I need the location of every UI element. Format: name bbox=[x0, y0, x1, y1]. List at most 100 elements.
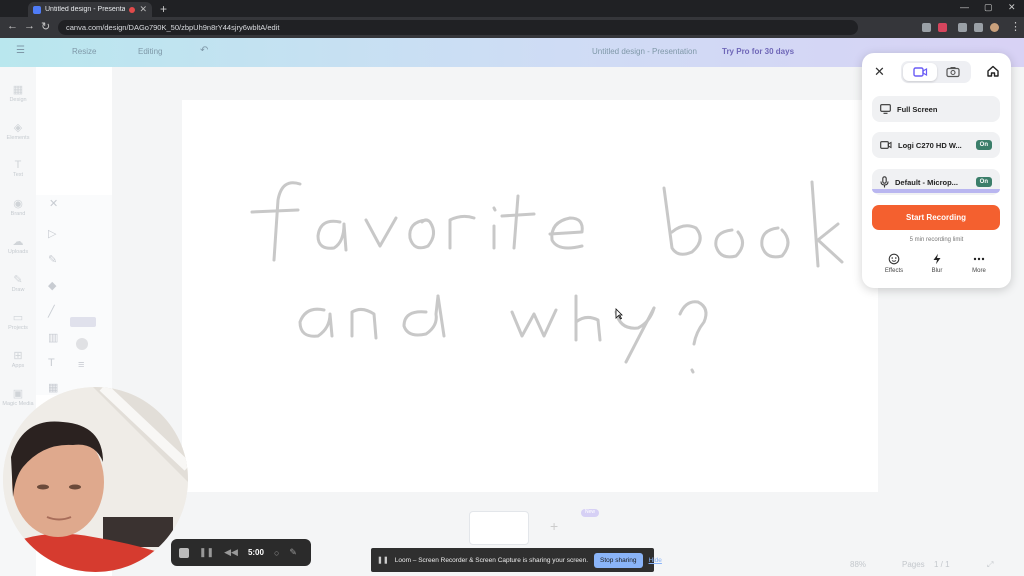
screenshot-mode-button[interactable] bbox=[937, 63, 969, 81]
mouse-cursor-icon bbox=[615, 308, 623, 320]
loom-extension-icon[interactable] bbox=[938, 23, 947, 32]
recording-mode-toggle bbox=[901, 61, 971, 83]
video-mode-button[interactable] bbox=[903, 63, 937, 81]
extension-icon[interactable] bbox=[922, 23, 931, 32]
restart-icon[interactable]: ◀◀ bbox=[224, 547, 238, 558]
profile-avatar[interactable] bbox=[990, 23, 999, 32]
browser-tab-bar: Untitled design - Presentation ✕ + — ▢ ✕ bbox=[0, 0, 1024, 17]
drag-handle-icon[interactable]: ❚❚ bbox=[377, 556, 389, 564]
sidebar-item-uploads[interactable]: ☁ Uploads bbox=[0, 235, 36, 255]
maximize-icon[interactable]: ▢ bbox=[984, 2, 993, 13]
draw-toggle-icon[interactable]: ✎ bbox=[289, 547, 297, 558]
browser-tab[interactable]: Untitled design - Presentation ✕ bbox=[28, 2, 152, 17]
doc-title[interactable]: Untitled design - Presentation bbox=[592, 47, 697, 56]
draw-icon: ✎ bbox=[13, 274, 23, 286]
menu-icon[interactable]: ☰ bbox=[16, 45, 25, 56]
recording-indicator-icon bbox=[129, 6, 136, 13]
sidebar-item-magic-media[interactable]: ▣ Magic Media bbox=[0, 387, 36, 407]
recording-timer: 5:00 bbox=[247, 548, 264, 557]
loom-recorder-panel: ✕ Full Screen Logi C270 HD W... On Defau… bbox=[862, 53, 1011, 288]
resize-button[interactable]: Resize bbox=[72, 47, 96, 56]
panel-close-icon[interactable]: ✕ bbox=[49, 197, 58, 210]
add-page-icon[interactable]: + bbox=[550, 518, 558, 534]
try-pro-button[interactable]: Try Pro for 30 days bbox=[722, 47, 794, 56]
marker-tool-icon[interactable]: ✎ bbox=[48, 253, 57, 266]
sidebar-item-projects[interactable]: ▭ Projects bbox=[0, 311, 36, 331]
pages-button[interactable]: Pages bbox=[902, 560, 925, 569]
recording-limit-text: 5 min recording limit bbox=[909, 237, 964, 243]
camera-on-toggle[interactable]: On bbox=[975, 140, 992, 150]
mic-option-label: Default - Microp... bbox=[895, 177, 958, 187]
home-icon[interactable] bbox=[986, 64, 1000, 78]
minimize-icon[interactable]: — bbox=[960, 2, 969, 12]
page-count: 1 / 1 bbox=[934, 560, 950, 569]
circle-icon[interactable] bbox=[76, 338, 88, 350]
lightning-icon bbox=[933, 253, 941, 265]
screen-share-bar: ❚❚ Loom – Screen Recorder & Screen Captu… bbox=[371, 548, 662, 572]
design-icon: ▦ bbox=[12, 84, 24, 96]
webcam-feed bbox=[3, 387, 188, 572]
new-tab-icon[interactable]: + bbox=[160, 2, 167, 16]
screen-source-select[interactable]: Full Screen bbox=[872, 96, 1000, 122]
color-swatch[interactable] bbox=[70, 317, 96, 327]
mic-on-toggle[interactable]: On bbox=[975, 177, 992, 187]
pen-tool-icon[interactable]: ▷ bbox=[48, 227, 56, 240]
loom-close-icon[interactable]: ✕ bbox=[874, 64, 885, 80]
puzzle-icon[interactable] bbox=[958, 23, 967, 32]
mic-level-meter bbox=[872, 189, 1000, 193]
handwritten-drawing[interactable] bbox=[182, 100, 878, 400]
back-icon[interactable]: ← bbox=[7, 20, 18, 32]
brand-icon: ◉ bbox=[13, 198, 23, 210]
pause-icon[interactable]: ❚❚ bbox=[199, 547, 214, 558]
webcam-icon bbox=[880, 141, 892, 149]
sidebar-item-text[interactable]: T Text bbox=[0, 159, 36, 178]
video-camera-icon bbox=[913, 67, 928, 77]
text-tool-icon[interactable]: T bbox=[48, 357, 55, 369]
blur-button[interactable]: Blur bbox=[922, 253, 952, 274]
cancel-recording-icon[interactable]: ○ bbox=[274, 548, 279, 558]
monitor-icon bbox=[880, 104, 891, 114]
effects-button[interactable]: Effects bbox=[879, 253, 909, 274]
camera-icon bbox=[946, 67, 960, 78]
more-label: More bbox=[972, 268, 986, 274]
browser-menu-icon[interactable]: ⋮ bbox=[1010, 20, 1021, 33]
webcam-bubble[interactable] bbox=[3, 387, 188, 572]
line-tool-icon[interactable]: ╱ bbox=[48, 305, 55, 318]
stop-recording-icon[interactable] bbox=[179, 547, 189, 558]
hide-button[interactable]: Hide bbox=[649, 557, 662, 564]
url-text: canva.com/design/DAGo790K_50/zbpUh9n8rY4… bbox=[66, 23, 280, 32]
sidebar-item-design[interactable]: ▦ Design bbox=[0, 83, 36, 103]
more-button[interactable]: More bbox=[964, 253, 994, 274]
address-bar-row: ← → ↻ canva.com/design/DAGo790K_50/zbpUh… bbox=[0, 17, 1024, 38]
fullscreen-icon[interactable]: ⤢ bbox=[987, 560, 993, 570]
shape-tool-icon[interactable]: ▥ bbox=[48, 331, 58, 344]
image-icon: ▣ bbox=[12, 388, 24, 400]
url-field[interactable]: canva.com/design/DAGo790K_50/zbpUh9n8rY4… bbox=[58, 20, 858, 35]
recording-control-bar: ❚❚ ◀◀ 5:00 ○ ✎ bbox=[171, 539, 311, 566]
undo-icon[interactable]: ↶ bbox=[200, 45, 208, 56]
sidepanel-icon[interactable] bbox=[974, 23, 983, 32]
sidebar-item-elements[interactable]: ◈ Elements bbox=[0, 121, 36, 141]
camera-source-select[interactable]: Logi C270 HD W... On bbox=[872, 132, 1000, 158]
page-thumbnail[interactable] bbox=[469, 511, 529, 545]
table-tool-icon[interactable]: ▦ bbox=[48, 381, 58, 394]
stop-sharing-button[interactable]: Stop sharing bbox=[594, 552, 643, 568]
eraser-tool-icon[interactable]: ◆ bbox=[48, 279, 56, 292]
canva-favicon-icon bbox=[33, 5, 41, 14]
start-recording-button[interactable]: Start Recording bbox=[872, 205, 1000, 230]
folder-icon: ▭ bbox=[12, 312, 24, 324]
more-dots-icon bbox=[973, 257, 985, 261]
window-close-icon[interactable]: ✕ bbox=[1008, 2, 1016, 13]
lines-icon[interactable]: ≡ bbox=[78, 359, 84, 371]
editing-mode-button[interactable]: Editing bbox=[138, 47, 162, 56]
tab-close-icon[interactable]: ✕ bbox=[139, 4, 147, 15]
sidebar-item-apps[interactable]: ⊞ Apps bbox=[0, 349, 36, 369]
microphone-icon bbox=[880, 176, 889, 188]
reload-icon[interactable]: ↻ bbox=[41, 20, 50, 33]
forward-icon[interactable]: → bbox=[24, 20, 35, 32]
tab-title: Untitled design - Presentation bbox=[45, 6, 126, 13]
sidebar-item-draw[interactable]: ✎ Draw bbox=[0, 273, 36, 293]
zoom-level[interactable]: 88% bbox=[850, 560, 866, 569]
sidebar-item-brand[interactable]: ◉ Brand bbox=[0, 197, 36, 217]
camera-option-label: Logi C270 HD W... bbox=[898, 140, 962, 150]
